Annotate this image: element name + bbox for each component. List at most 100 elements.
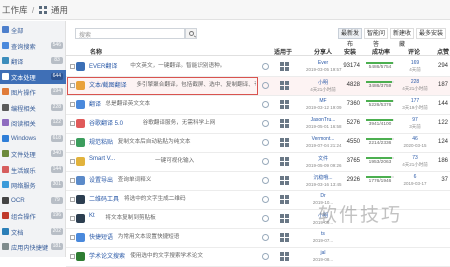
app-name[interactable]: EVER翻译 xyxy=(89,61,117,70)
info-icon[interactable] xyxy=(262,177,269,184)
sidebar-item[interactable]: 全部 xyxy=(0,23,66,37)
comment-count[interactable]: 6 xyxy=(414,174,417,180)
row-checkbox[interactable] xyxy=(70,235,75,240)
sidebar-item[interactable]: 生活娱乐 144 xyxy=(0,163,66,177)
app-name[interactable]: 规范粘贴 xyxy=(89,137,113,146)
breadcrumb-root[interactable]: 工作库 xyxy=(2,5,28,15)
tab-new-fav[interactable]: 新建收藏 xyxy=(390,28,414,48)
sharer-name[interactable]: 小明 xyxy=(318,80,328,86)
sidebar-item[interactable]: 文本处理 644 xyxy=(0,69,66,84)
comment[interactable] xyxy=(398,193,432,194)
app-name[interactable]: 快捷短语 xyxy=(89,232,113,241)
tab-most-installed[interactable]: 最多安装 xyxy=(416,28,446,39)
sidebar-item[interactable]: 应用内快捷键 181 xyxy=(0,240,66,254)
sharer[interactable]: Vermont... 2019-07-04 21:24 xyxy=(306,136,342,148)
sharer-name[interactable]: jal xyxy=(320,250,325,256)
sidebar-item[interactable]: 文档 202 xyxy=(0,225,66,239)
info-icon[interactable] xyxy=(262,158,269,165)
comment-count[interactable]: 228 xyxy=(411,79,419,85)
search-input[interactable]: 搜索 xyxy=(75,28,185,39)
breadcrumb-section[interactable]: 通用 xyxy=(51,5,68,15)
comment[interactable] xyxy=(398,212,432,213)
table-row[interactable]: 规范粘贴 复制文本后自动粘贴为纯文本 Vermont... 2019-07-04 21… xyxy=(66,134,450,153)
tab-latest[interactable]: 最新发布 xyxy=(338,28,362,48)
sidebar-item[interactable]: 阅读相关 122 xyxy=(0,116,66,130)
comment[interactable] xyxy=(398,250,432,251)
app-name[interactable]: 谷歌翻译 5.0 xyxy=(89,118,123,127)
row-checkbox[interactable] xyxy=(70,140,75,145)
sharer-name[interactable]: Ever xyxy=(318,60,328,66)
sharer-name[interactable]: JasonTru... xyxy=(311,117,336,123)
comment[interactable]: 97 3天前 xyxy=(398,117,432,130)
comment[interactable]: 46 2020-03-15 xyxy=(398,136,432,148)
info-icon[interactable] xyxy=(262,196,269,203)
info-icon[interactable] xyxy=(262,139,269,146)
comment[interactable]: 169 4天前 xyxy=(398,60,432,73)
sharer-name[interactable]: MF xyxy=(319,98,326,104)
info-icon[interactable] xyxy=(262,120,269,127)
header-installs[interactable]: 安装 xyxy=(344,47,356,56)
comment[interactable]: 177 3天19小时前 xyxy=(398,98,432,111)
sharer-name[interactable]: 文件 xyxy=(318,156,328,162)
sidebar-item[interactable]: 网络服务 301 xyxy=(0,178,66,192)
row-checkbox[interactable] xyxy=(70,216,75,221)
table-row[interactable]: 快捷短语 为常用文本设置快捷短语 ts 2019-07... xyxy=(66,229,450,248)
sharer-name[interactable]: Vermont... xyxy=(312,136,335,142)
header-rate[interactable]: 成功率 xyxy=(372,47,390,56)
sharer[interactable]: 沉稳哦... 2019-03-16 13:45 xyxy=(306,174,342,187)
sharer[interactable]: 文件 2019-05-09 09:26 xyxy=(306,155,342,168)
info-icon[interactable] xyxy=(262,63,269,70)
sharer[interactable]: MF 2019-03-12 19:09 xyxy=(306,98,342,110)
table-row[interactable]: Smart V... 一键可视化输入 文件 2019-05-09 09:26 3765 1… xyxy=(66,153,450,172)
row-checkbox[interactable] xyxy=(70,102,75,107)
sharer[interactable]: Ever 2019-03-05 19:57 xyxy=(306,60,342,72)
sidebar-item[interactable]: 组合操作 196 xyxy=(0,209,66,223)
comment-count[interactable]: 177 xyxy=(411,98,419,104)
sharer[interactable]: jal 2019-08... xyxy=(306,250,340,262)
sharer[interactable]: JasonTru... 2019-05-01 16:58 xyxy=(306,117,342,129)
comment[interactable]: 228 4天21小时前 xyxy=(398,79,432,92)
app-name[interactable]: 二维码工具 xyxy=(89,194,119,203)
header-comment[interactable]: 评论 xyxy=(408,47,420,56)
app-name[interactable]: Kt xyxy=(89,213,95,219)
info-icon[interactable] xyxy=(262,215,269,222)
sidebar-item[interactable]: Windows 618 xyxy=(0,132,66,146)
app-name[interactable]: 设置导出 xyxy=(89,175,113,184)
comment[interactable]: 6 2019-03-17 xyxy=(398,174,432,186)
comment[interactable]: 73 4天21小时前 xyxy=(398,155,432,168)
table-row[interactable]: 翻译 总是翻译英文文本 MF 2019-03-12 19:09 7360 5226/537… xyxy=(66,96,450,115)
info-icon[interactable] xyxy=(262,82,269,89)
app-name[interactable]: 学术论文搜索 xyxy=(89,251,125,260)
comment-count[interactable]: 97 xyxy=(412,117,418,123)
row-checkbox[interactable] xyxy=(70,178,75,183)
app-name[interactable]: 翻译 xyxy=(89,99,101,108)
sharer[interactable]: 小明 4天21小时前 xyxy=(306,79,340,93)
app-name[interactable]: Smart V... xyxy=(89,156,115,162)
row-checkbox[interactable] xyxy=(70,64,75,69)
comment-count[interactable]: 169 xyxy=(411,60,419,66)
header-name[interactable]: 名称 xyxy=(90,47,102,56)
table-row[interactable]: 学术论文搜索 使用选中的文字搜索学术论文 jal 2019-08... xyxy=(66,248,450,267)
sidebar-item[interactable]: 查询搜索 546 xyxy=(0,39,66,53)
info-icon[interactable] xyxy=(262,101,269,108)
comment-count[interactable]: 73 xyxy=(412,155,418,161)
table-row[interactable]: 设置导出 查询单词释义 沉稳哦... 2019-03-16 13:45 2926 1776… xyxy=(66,172,450,191)
table-row[interactable]: 谷歌翻译 5.0 谷歌翻译服务，无需科学上网 JasonTru... 2019-05-… xyxy=(66,115,450,134)
sidebar-item[interactable]: 翻译 83 xyxy=(0,54,66,68)
header-votes[interactable]: 点赞 xyxy=(437,47,449,56)
sidebar-item[interactable]: OCR 79 xyxy=(0,194,66,208)
comment[interactable] xyxy=(398,231,432,232)
tab-smart[interactable]: 智能问答 xyxy=(364,28,388,48)
sidebar-item[interactable]: 文件处理 340 xyxy=(0,147,66,161)
comment-count[interactable]: 46 xyxy=(412,136,418,142)
info-icon[interactable] xyxy=(262,234,269,241)
row-checkbox[interactable] xyxy=(70,121,75,126)
table-row[interactable]: EVER翻译 中文英文，一键翻译。智能识别语种。 Ever 2019-03-05 19… xyxy=(66,58,450,77)
sharer-name[interactable]: ts xyxy=(321,231,325,237)
sidebar-item[interactable]: 图片操作 194 xyxy=(0,85,66,99)
sharer-name[interactable]: 沉稳哦... xyxy=(313,175,332,181)
sharer-name[interactable]: Dr xyxy=(320,193,325,199)
search-button[interactable] xyxy=(185,28,197,39)
row-checkbox[interactable] xyxy=(70,197,75,202)
sidebar-item[interactable]: 编程相关 228 xyxy=(0,101,66,115)
